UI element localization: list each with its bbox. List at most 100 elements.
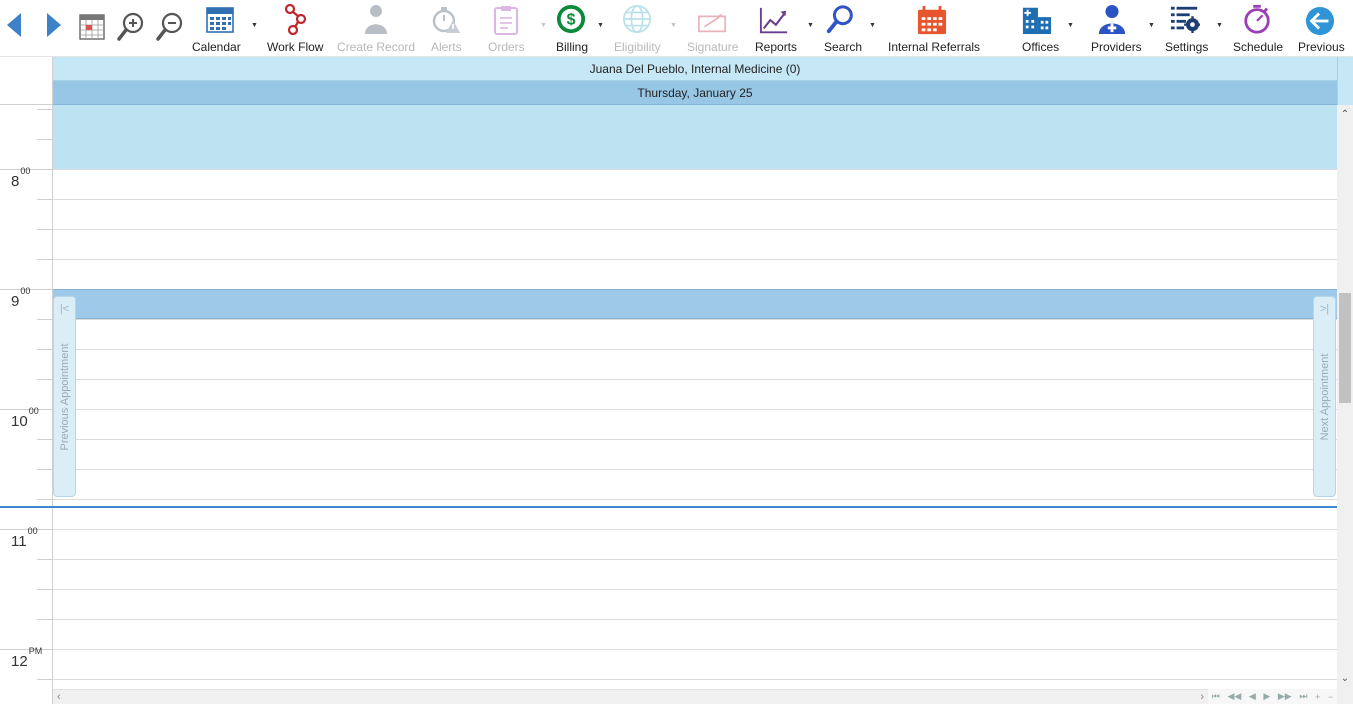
previous-page-icon[interactable]: ◀◀ bbox=[1227, 691, 1241, 702]
next-appointment-icon: >| bbox=[1319, 303, 1330, 315]
last-page-icon[interactable]: ⏭ bbox=[1299, 691, 1307, 702]
scroll-down-icon[interactable]: ⌄ bbox=[1337, 671, 1353, 687]
billing-label[interactable]: Billing bbox=[556, 40, 588, 54]
time-tick bbox=[37, 229, 52, 230]
eligibility-label[interactable]: Eligibility bbox=[614, 40, 661, 54]
schedule-stopwatch-icon[interactable] bbox=[1242, 3, 1272, 35]
time-tick bbox=[37, 379, 52, 380]
vertical-scrollbar[interactable]: ⌃ ⌄ bbox=[1337, 105, 1353, 689]
alerts-icon[interactable] bbox=[431, 4, 461, 36]
first-page-icon[interactable]: ⏮ bbox=[1212, 691, 1220, 702]
previous-appointment-icon: |< bbox=[59, 303, 70, 315]
off-hours-block bbox=[53, 105, 1337, 169]
hour-line bbox=[0, 409, 53, 410]
day-view-calendar-icon[interactable] bbox=[77, 10, 107, 42]
add-resource-icon[interactable]: + bbox=[1315, 692, 1320, 702]
billing-dollar-icon[interactable]: $ bbox=[556, 3, 586, 35]
reports-dropdown-icon[interactable]: ▼ bbox=[807, 22, 814, 29]
resource-header: Juana Del Pueblo, Internal Medicine (0) bbox=[53, 57, 1337, 81]
orders-dropdown-icon[interactable]: ▼ bbox=[540, 22, 547, 29]
providers-doctor-icon[interactable] bbox=[1097, 3, 1127, 35]
slot-line bbox=[53, 529, 1337, 530]
horizontal-scrollbar[interactable]: ‹ › bbox=[53, 689, 1208, 704]
schedule-label[interactable]: Schedule bbox=[1233, 40, 1283, 54]
providers-label[interactable]: Providers bbox=[1091, 40, 1142, 54]
time-tick bbox=[37, 349, 52, 350]
create-record-label[interactable]: Create Record bbox=[337, 40, 415, 54]
slot-line bbox=[53, 319, 1337, 320]
calendar-label[interactable]: Calendar bbox=[192, 40, 241, 54]
time-tick bbox=[37, 499, 52, 500]
hour-label: 1100 bbox=[11, 526, 38, 550]
slot-line bbox=[53, 589, 1337, 590]
settings-dropdown-icon[interactable]: ▼ bbox=[1216, 22, 1223, 29]
hour-label: 12PM bbox=[11, 646, 43, 670]
orders-label[interactable]: Orders bbox=[488, 40, 525, 54]
search-label[interactable]: Search bbox=[824, 40, 862, 54]
hour-label: 800 bbox=[11, 166, 31, 190]
calendar-dropdown-icon[interactable]: ▼ bbox=[251, 22, 258, 29]
slot-line bbox=[53, 229, 1337, 230]
reports-label[interactable]: Reports bbox=[755, 40, 797, 54]
resource-pager: ⏮ ◀◀ ◀ ▶ ▶▶ ⏭ + − bbox=[1208, 689, 1337, 704]
calendar-icon[interactable] bbox=[205, 4, 235, 36]
next-icon[interactable]: ▶ bbox=[1263, 691, 1270, 702]
slot-line bbox=[53, 169, 1337, 170]
time-tick bbox=[37, 139, 52, 140]
scroll-thumb[interactable] bbox=[1339, 293, 1351, 403]
offices-dropdown-icon[interactable]: ▼ bbox=[1067, 22, 1074, 29]
next-page-icon[interactable]: ▶▶ bbox=[1278, 691, 1292, 702]
providers-dropdown-icon[interactable]: ▼ bbox=[1148, 22, 1155, 29]
time-tick bbox=[37, 679, 52, 680]
slot-line bbox=[53, 649, 1337, 650]
slot-line bbox=[53, 469, 1337, 470]
previous-label[interactable]: Previous bbox=[1298, 40, 1345, 54]
date-header[interactable]: Thursday, January 25 bbox=[53, 81, 1337, 105]
eligibility-globe-icon[interactable] bbox=[622, 3, 652, 35]
settings-gear-list-icon[interactable] bbox=[1170, 3, 1200, 35]
time-tick bbox=[37, 469, 52, 470]
slot-line bbox=[53, 619, 1337, 620]
forward-arrow-icon[interactable] bbox=[46, 12, 62, 38]
zoom-in-icon[interactable] bbox=[116, 10, 146, 42]
internal-referrals-calendar-icon[interactable] bbox=[917, 4, 947, 36]
previous-icon[interactable]: ◀ bbox=[1249, 691, 1256, 702]
next-appointment-label: Next Appointment bbox=[1318, 353, 1331, 440]
scroll-left-icon[interactable]: ‹ bbox=[57, 690, 61, 704]
scroll-right-icon[interactable]: › bbox=[1200, 690, 1204, 704]
previous-appointment-tab[interactable]: |< Previous Appointment bbox=[53, 296, 76, 497]
main-toolbar: Calendar ▼ Work Flow Create Record Alert… bbox=[0, 0, 1353, 57]
time-tick bbox=[37, 559, 52, 560]
search-dropdown-icon[interactable]: ▼ bbox=[869, 22, 876, 29]
zoom-out-icon[interactable] bbox=[155, 10, 185, 42]
day-column[interactable]: |< Previous Appointment >| Next Appointm… bbox=[53, 105, 1337, 689]
offices-label[interactable]: Offices bbox=[1022, 40, 1059, 54]
eligibility-dropdown-icon[interactable]: ▼ bbox=[670, 22, 677, 29]
alerts-label[interactable]: Alerts bbox=[431, 40, 462, 54]
back-arrow-icon[interactable] bbox=[6, 12, 22, 38]
remove-resource-icon[interactable]: − bbox=[1328, 692, 1333, 702]
next-appointment-tab[interactable]: >| Next Appointment bbox=[1313, 296, 1336, 497]
workflow-label[interactable]: Work Flow bbox=[267, 40, 323, 54]
slot-line bbox=[53, 499, 1337, 500]
search-icon[interactable] bbox=[826, 3, 856, 35]
reports-chart-icon[interactable] bbox=[759, 5, 789, 37]
billing-dropdown-icon[interactable]: ▼ bbox=[597, 22, 604, 29]
workflow-icon[interactable] bbox=[281, 3, 311, 35]
offices-building-icon[interactable] bbox=[1022, 3, 1052, 35]
time-gutter-header bbox=[0, 57, 53, 105]
header-scroll-spacer bbox=[1337, 57, 1353, 105]
time-tick bbox=[37, 319, 52, 320]
settings-label[interactable]: Settings bbox=[1165, 40, 1208, 54]
previous-arrow-circle-icon[interactable] bbox=[1305, 5, 1335, 37]
signature-icon[interactable] bbox=[697, 6, 727, 38]
create-record-icon[interactable] bbox=[361, 3, 391, 35]
slot-line bbox=[53, 379, 1337, 380]
slot-line bbox=[53, 349, 1337, 350]
internal-referrals-label[interactable]: Internal Referrals bbox=[888, 40, 980, 54]
previous-appointment-label: Previous Appointment bbox=[58, 342, 71, 451]
signature-label[interactable]: Signature bbox=[687, 40, 738, 54]
orders-icon[interactable] bbox=[491, 4, 521, 36]
scroll-up-icon[interactable]: ⌃ bbox=[1337, 107, 1353, 123]
selected-slot-band[interactable] bbox=[53, 289, 1337, 319]
